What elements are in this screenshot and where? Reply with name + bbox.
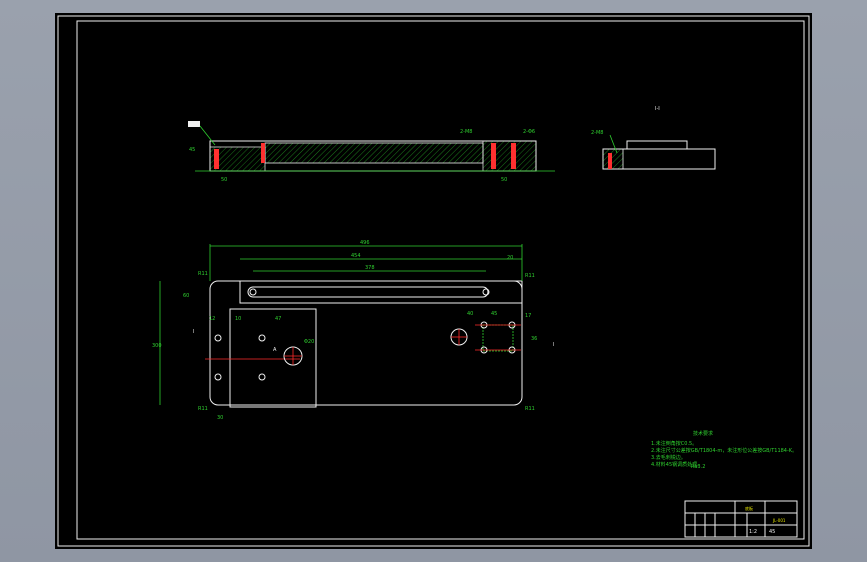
radius-top-right: R11 bbox=[525, 273, 535, 279]
radius-top-left: R11 bbox=[198, 271, 208, 277]
side-hole-label: 2-Φ6 bbox=[523, 129, 535, 135]
note-1: 1.未注倒角按C0.5。 bbox=[651, 440, 697, 447]
hole-big-dim: Φ20 bbox=[304, 339, 314, 345]
title-part-name: 底板 bbox=[745, 505, 753, 511]
dim-47: 47 bbox=[275, 316, 281, 322]
note-3: 3.去毛刺锐边。 bbox=[651, 454, 686, 461]
note-2: 2.未注尺寸公差按GB/T1804-m，未注形位公差按GB/T1184-K。 bbox=[651, 447, 797, 454]
plan-view: 496 454 378 20 300 60 40 45 17 36 12 10 … bbox=[152, 240, 554, 421]
side-height-dim: 45 bbox=[189, 147, 195, 153]
notes-title: 技术要求 bbox=[693, 430, 713, 437]
roughness-label: Ra3.2 bbox=[691, 464, 705, 470]
title-block: 底板 JL-001 1:2 45 bbox=[684, 500, 798, 538]
section-marker-left: I bbox=[193, 329, 194, 335]
dim-12: 12 bbox=[209, 316, 215, 322]
title-drawing-no: JL-001 bbox=[772, 518, 786, 523]
height-left-dim: 300 bbox=[152, 343, 162, 349]
side-section-view: 45 50 50 2-M8 2-Φ6 bbox=[188, 121, 555, 183]
technical-notes: 技术要求 1.未注倒角按C0.5。 2.未注尺寸公差按GB/T1804-m，未注… bbox=[651, 430, 797, 470]
section-marker-right: I bbox=[553, 342, 554, 348]
edge-offset-dim: 20 bbox=[507, 255, 513, 261]
section-label: I-I bbox=[655, 106, 660, 112]
slot-length-dim: 378 bbox=[365, 265, 375, 271]
side-left-width-dim: 50 bbox=[221, 177, 227, 183]
dim-40: 40 bbox=[467, 311, 473, 317]
dim-45: 45 bbox=[491, 311, 497, 317]
dim-60: 60 bbox=[183, 293, 189, 299]
inner-length-dim: 454 bbox=[351, 253, 361, 259]
drawing-svg: 45 50 50 2-M8 2-Φ6 I-I 2-M8 496 454 378 … bbox=[57, 15, 810, 547]
radius-bottom-left: R11 bbox=[198, 406, 208, 412]
side-right-width-dim: 50 bbox=[501, 177, 507, 183]
section-marker-box bbox=[188, 121, 200, 127]
section-thread-label: 2-M8 bbox=[591, 130, 603, 136]
overall-length-dim: 496 bbox=[360, 240, 370, 246]
side-thread-label: 2-M8 bbox=[460, 129, 472, 135]
title-material: 45 bbox=[769, 529, 775, 535]
cad-drawing-canvas[interactable]: 45 50 50 2-M8 2-Φ6 I-I 2-M8 496 454 378 … bbox=[55, 13, 812, 549]
dim-17: 17 bbox=[525, 313, 531, 319]
slot bbox=[247, 286, 489, 298]
dim-30: 30 bbox=[217, 415, 223, 421]
dim-10: 10 bbox=[235, 316, 241, 322]
section-ii-view: I-I 2-M8 bbox=[591, 106, 716, 170]
plate-outline bbox=[209, 280, 523, 406]
radius-bottom-right: R11 bbox=[525, 406, 535, 412]
dim-36: 36 bbox=[531, 336, 537, 342]
callout-a: A bbox=[273, 347, 277, 353]
title-scale: 1:2 bbox=[749, 529, 757, 535]
